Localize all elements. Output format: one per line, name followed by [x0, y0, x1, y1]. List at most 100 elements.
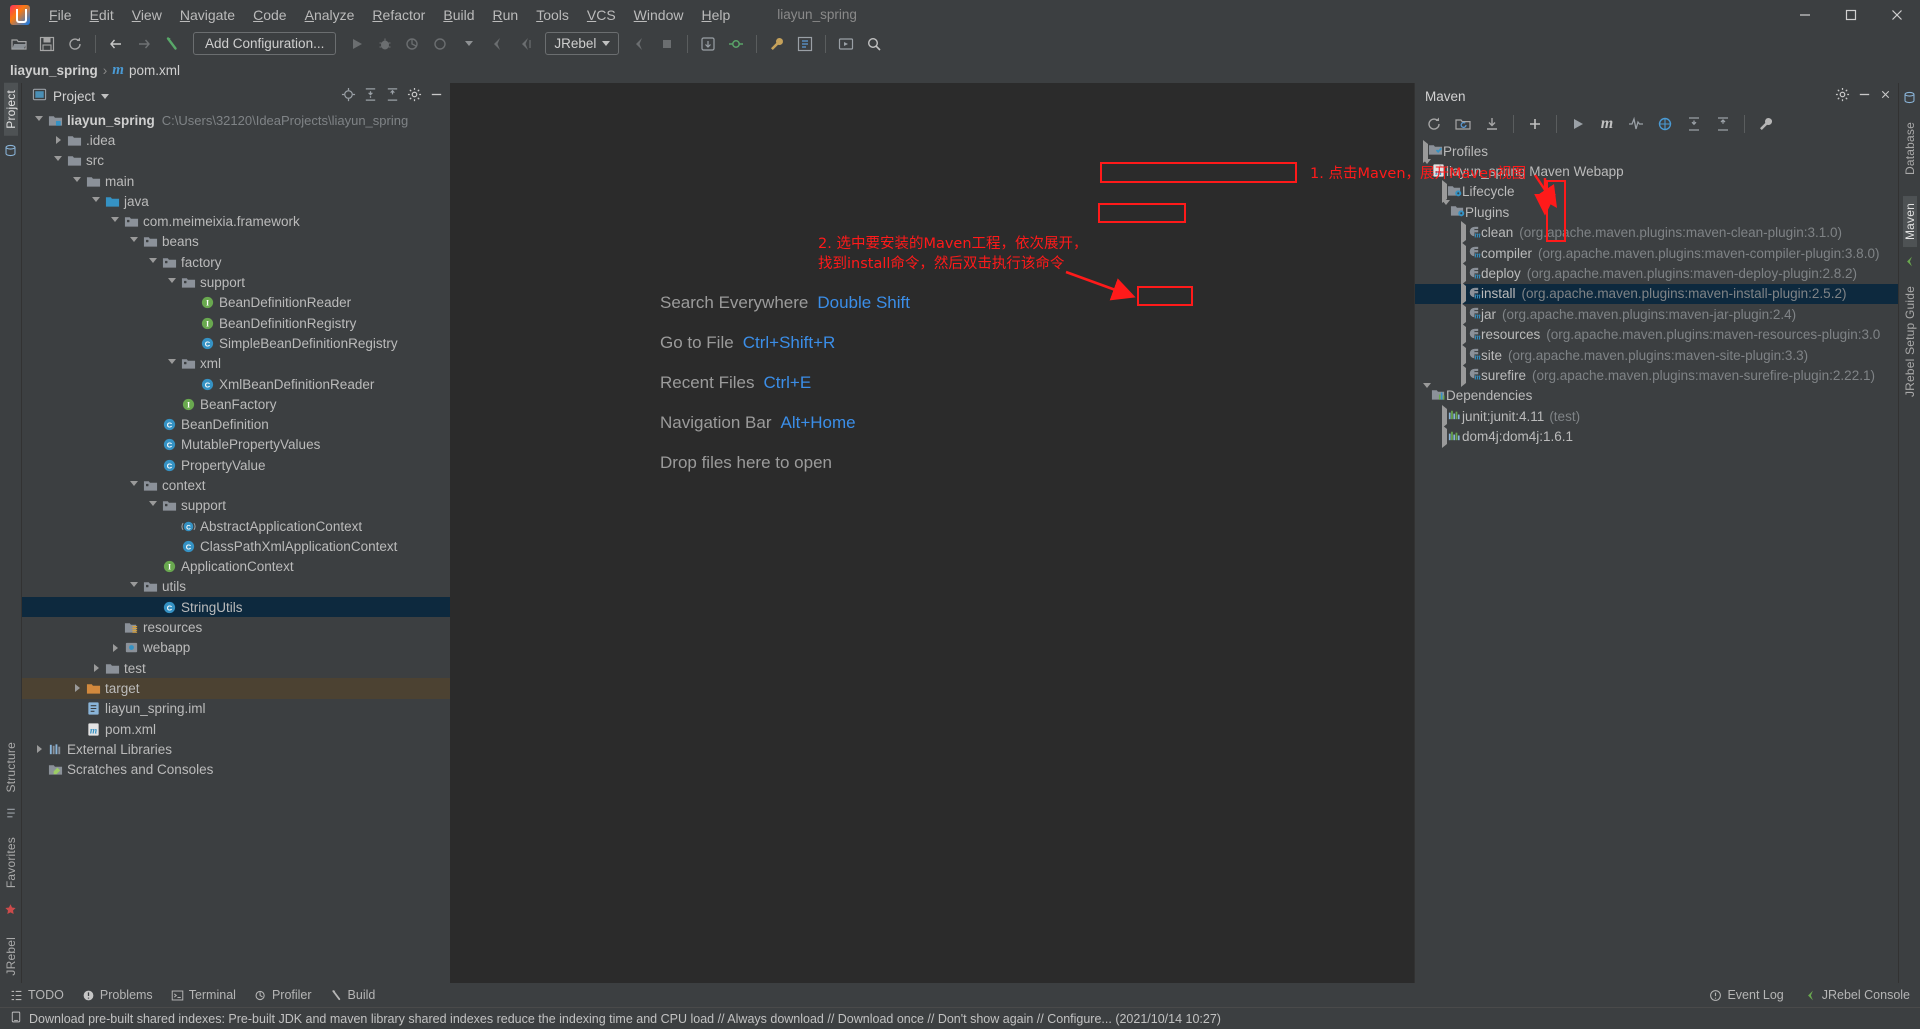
- run-coverage-icon[interactable]: [400, 32, 426, 56]
- notification-text[interactable]: Download pre-built shared indexes: Pre-b…: [29, 1012, 1221, 1026]
- project-tree-row[interactable]: com.meimeixia.framework: [22, 211, 450, 231]
- maven-tree-row[interactable]: Lifecycle: [1415, 180, 1898, 204]
- toggle-offline-icon[interactable]: [1652, 112, 1678, 136]
- gear-icon[interactable]: [1835, 87, 1850, 105]
- chevron-down-icon[interactable]: [130, 237, 138, 246]
- sync-icon[interactable]: [62, 32, 88, 56]
- menu-item-vcs[interactable]: VCS: [578, 3, 625, 27]
- tool-tab-project[interactable]: Project: [3, 83, 18, 136]
- tree-expander[interactable]: [127, 582, 141, 591]
- jrebel-selector[interactable]: JRebel: [545, 32, 620, 55]
- tree-expander[interactable]: [70, 684, 84, 693]
- maven-tree-row[interactable]: m compiler (org.apache.maven.plugins:maven…: [1415, 241, 1898, 265]
- tree-expander[interactable]: [108, 217, 122, 226]
- chevron-down-icon[interactable]: [1442, 199, 1450, 224]
- maven-tree-row[interactable]: m surefire (org.apache.maven.plugins:maven…: [1415, 363, 1898, 387]
- reload-projects-icon[interactable]: [1421, 112, 1447, 136]
- maven-tree-row[interactable]: dom4j:dom4j:1.6.1: [1415, 425, 1898, 449]
- project-tree-row[interactable]: test: [22, 658, 450, 678]
- chevron-down-icon[interactable]: [73, 176, 81, 186]
- tool-tab-maven[interactable]: Maven: [1902, 195, 1917, 248]
- project-tree-row[interactable]: I ApplicationContext: [22, 557, 450, 577]
- maven-tree-row[interactable]: m site (org.apache.maven.plugins:maven-sit…: [1415, 343, 1898, 367]
- expand-all-icon[interactable]: [363, 87, 378, 105]
- maximize-button[interactable]: [1828, 0, 1874, 29]
- locate-icon[interactable]: [341, 87, 356, 105]
- project-tree-row[interactable]: C ClassPathXmlApplicationContext: [22, 536, 450, 556]
- project-tree-row[interactable]: webapp: [22, 638, 450, 658]
- project-tree-row[interactable]: C MutablePropertyValues: [22, 435, 450, 455]
- tree-expander[interactable]: [146, 257, 160, 267]
- chevron-down-icon[interactable]: [168, 359, 176, 368]
- project-tree-row[interactable]: java: [22, 191, 450, 211]
- execute-maven-goal-icon[interactable]: m: [1594, 112, 1620, 136]
- tree-expander[interactable]: [70, 176, 84, 186]
- chevron-down-icon[interactable]: [1423, 159, 1431, 184]
- tool-tab-jrebel-setup-guide[interactable]: JRebel Setup Guide: [1903, 279, 1917, 404]
- project-tree[interactable]: liayun_spring C:\Users\32120\IdeaProjects…: [22, 109, 450, 983]
- hide-icon[interactable]: [1857, 87, 1872, 105]
- update-project-icon[interactable]: [695, 32, 721, 56]
- menu-item-help[interactable]: Help: [692, 3, 739, 27]
- generate-sources-icon[interactable]: [1450, 112, 1476, 136]
- project-tree-row[interactable]: context: [22, 475, 450, 495]
- project-tree-row[interactable]: C BeanDefinition: [22, 414, 450, 434]
- settings-wrench-icon[interactable]: [764, 32, 790, 56]
- tool-tab-jrebel[interactable]: JRebel: [4, 927, 18, 983]
- menu-item-navigate[interactable]: Navigate: [171, 3, 244, 27]
- back-icon[interactable]: [103, 32, 129, 56]
- tree-expander[interactable]: [89, 664, 103, 673]
- project-tree-row[interactable]: C XmlBeanDefinitionReader: [22, 374, 450, 394]
- tree-expander[interactable]: [1442, 199, 1450, 224]
- gear-icon[interactable]: [407, 87, 422, 105]
- menu-item-window[interactable]: Window: [625, 3, 693, 27]
- download-sources-icon[interactable]: [1479, 112, 1505, 136]
- menu-item-refactor[interactable]: Refactor: [363, 3, 434, 27]
- chevron-right-icon[interactable]: [74, 684, 80, 693]
- chevron-down-icon[interactable]: [92, 196, 100, 206]
- chevron-down-icon[interactable]: [130, 480, 138, 490]
- project-tree-row[interactable]: target: [22, 678, 450, 699]
- database-strip-icon[interactable]: [4, 144, 17, 160]
- project-tree-row[interactable]: factory: [22, 252, 450, 272]
- database-strip-icon-right[interactable]: [1903, 91, 1916, 107]
- chevron-down-icon[interactable]: [111, 217, 119, 226]
- preview-icon[interactable]: [833, 32, 859, 56]
- project-tree-row[interactable]: support: [22, 272, 450, 292]
- chevron-down-icon[interactable]: [101, 93, 110, 99]
- chevron-down-icon[interactable]: [130, 582, 138, 591]
- stop-icon[interactable]: [654, 32, 680, 56]
- chevron-right-icon[interactable]: [93, 664, 99, 673]
- maven-tree-row[interactable]: m jar (org.apache.maven.plugins:maven-jar-…: [1415, 302, 1898, 326]
- menu-item-analyze[interactable]: Analyze: [296, 3, 364, 27]
- menu-item-code[interactable]: Code: [244, 3, 295, 27]
- maven-tree-row[interactable]: Plugins: [1415, 199, 1898, 224]
- status-item-terminal[interactable]: Terminal: [171, 988, 236, 1002]
- project-tree-row[interactable]: m pom.xml: [22, 719, 450, 739]
- tool-tab-database[interactable]: Database: [1903, 115, 1917, 182]
- menu-item-file[interactable]: File: [40, 3, 81, 27]
- tree-expander[interactable]: [32, 745, 46, 754]
- project-tree-row[interactable]: beans: [22, 232, 450, 252]
- chevron-right-icon[interactable]: [36, 745, 42, 754]
- expand-all-icon[interactable]: [1681, 112, 1707, 136]
- maven-tree[interactable]: Profiles m liayun_spring Maven Webapp Lifec…: [1415, 139, 1898, 983]
- project-tree-row[interactable]: C SimpleBeanDefinitionRegistry: [22, 333, 450, 353]
- project-tree-row[interactable]: liayun_spring C:\Users\32120\IdeaProjects…: [22, 110, 450, 130]
- maven-tree-row[interactable]: m deploy (org.apache.maven.plugins:maven-d…: [1415, 262, 1898, 286]
- chevron-down-icon[interactable]: [149, 501, 157, 510]
- commit-icon[interactable]: [723, 32, 749, 56]
- structure-strip-icon[interactable]: [5, 807, 17, 822]
- chevron-down-icon[interactable]: [35, 115, 43, 125]
- build-hammer-icon[interactable]: [159, 32, 185, 56]
- tree-expander[interactable]: [51, 136, 65, 145]
- collapse-all-icon[interactable]: [1710, 112, 1736, 136]
- menu-item-build[interactable]: Build: [434, 3, 483, 27]
- project-tree-row[interactable]: I BeanFactory: [22, 394, 450, 414]
- tree-expander[interactable]: [146, 501, 160, 510]
- maven-tree-row[interactable]: Dependencies: [1415, 383, 1898, 408]
- chevron-right-icon[interactable]: [55, 136, 61, 145]
- chevron-down-icon[interactable]: [456, 32, 482, 56]
- menu-item-run[interactable]: Run: [483, 3, 527, 27]
- tree-expander[interactable]: [51, 156, 65, 165]
